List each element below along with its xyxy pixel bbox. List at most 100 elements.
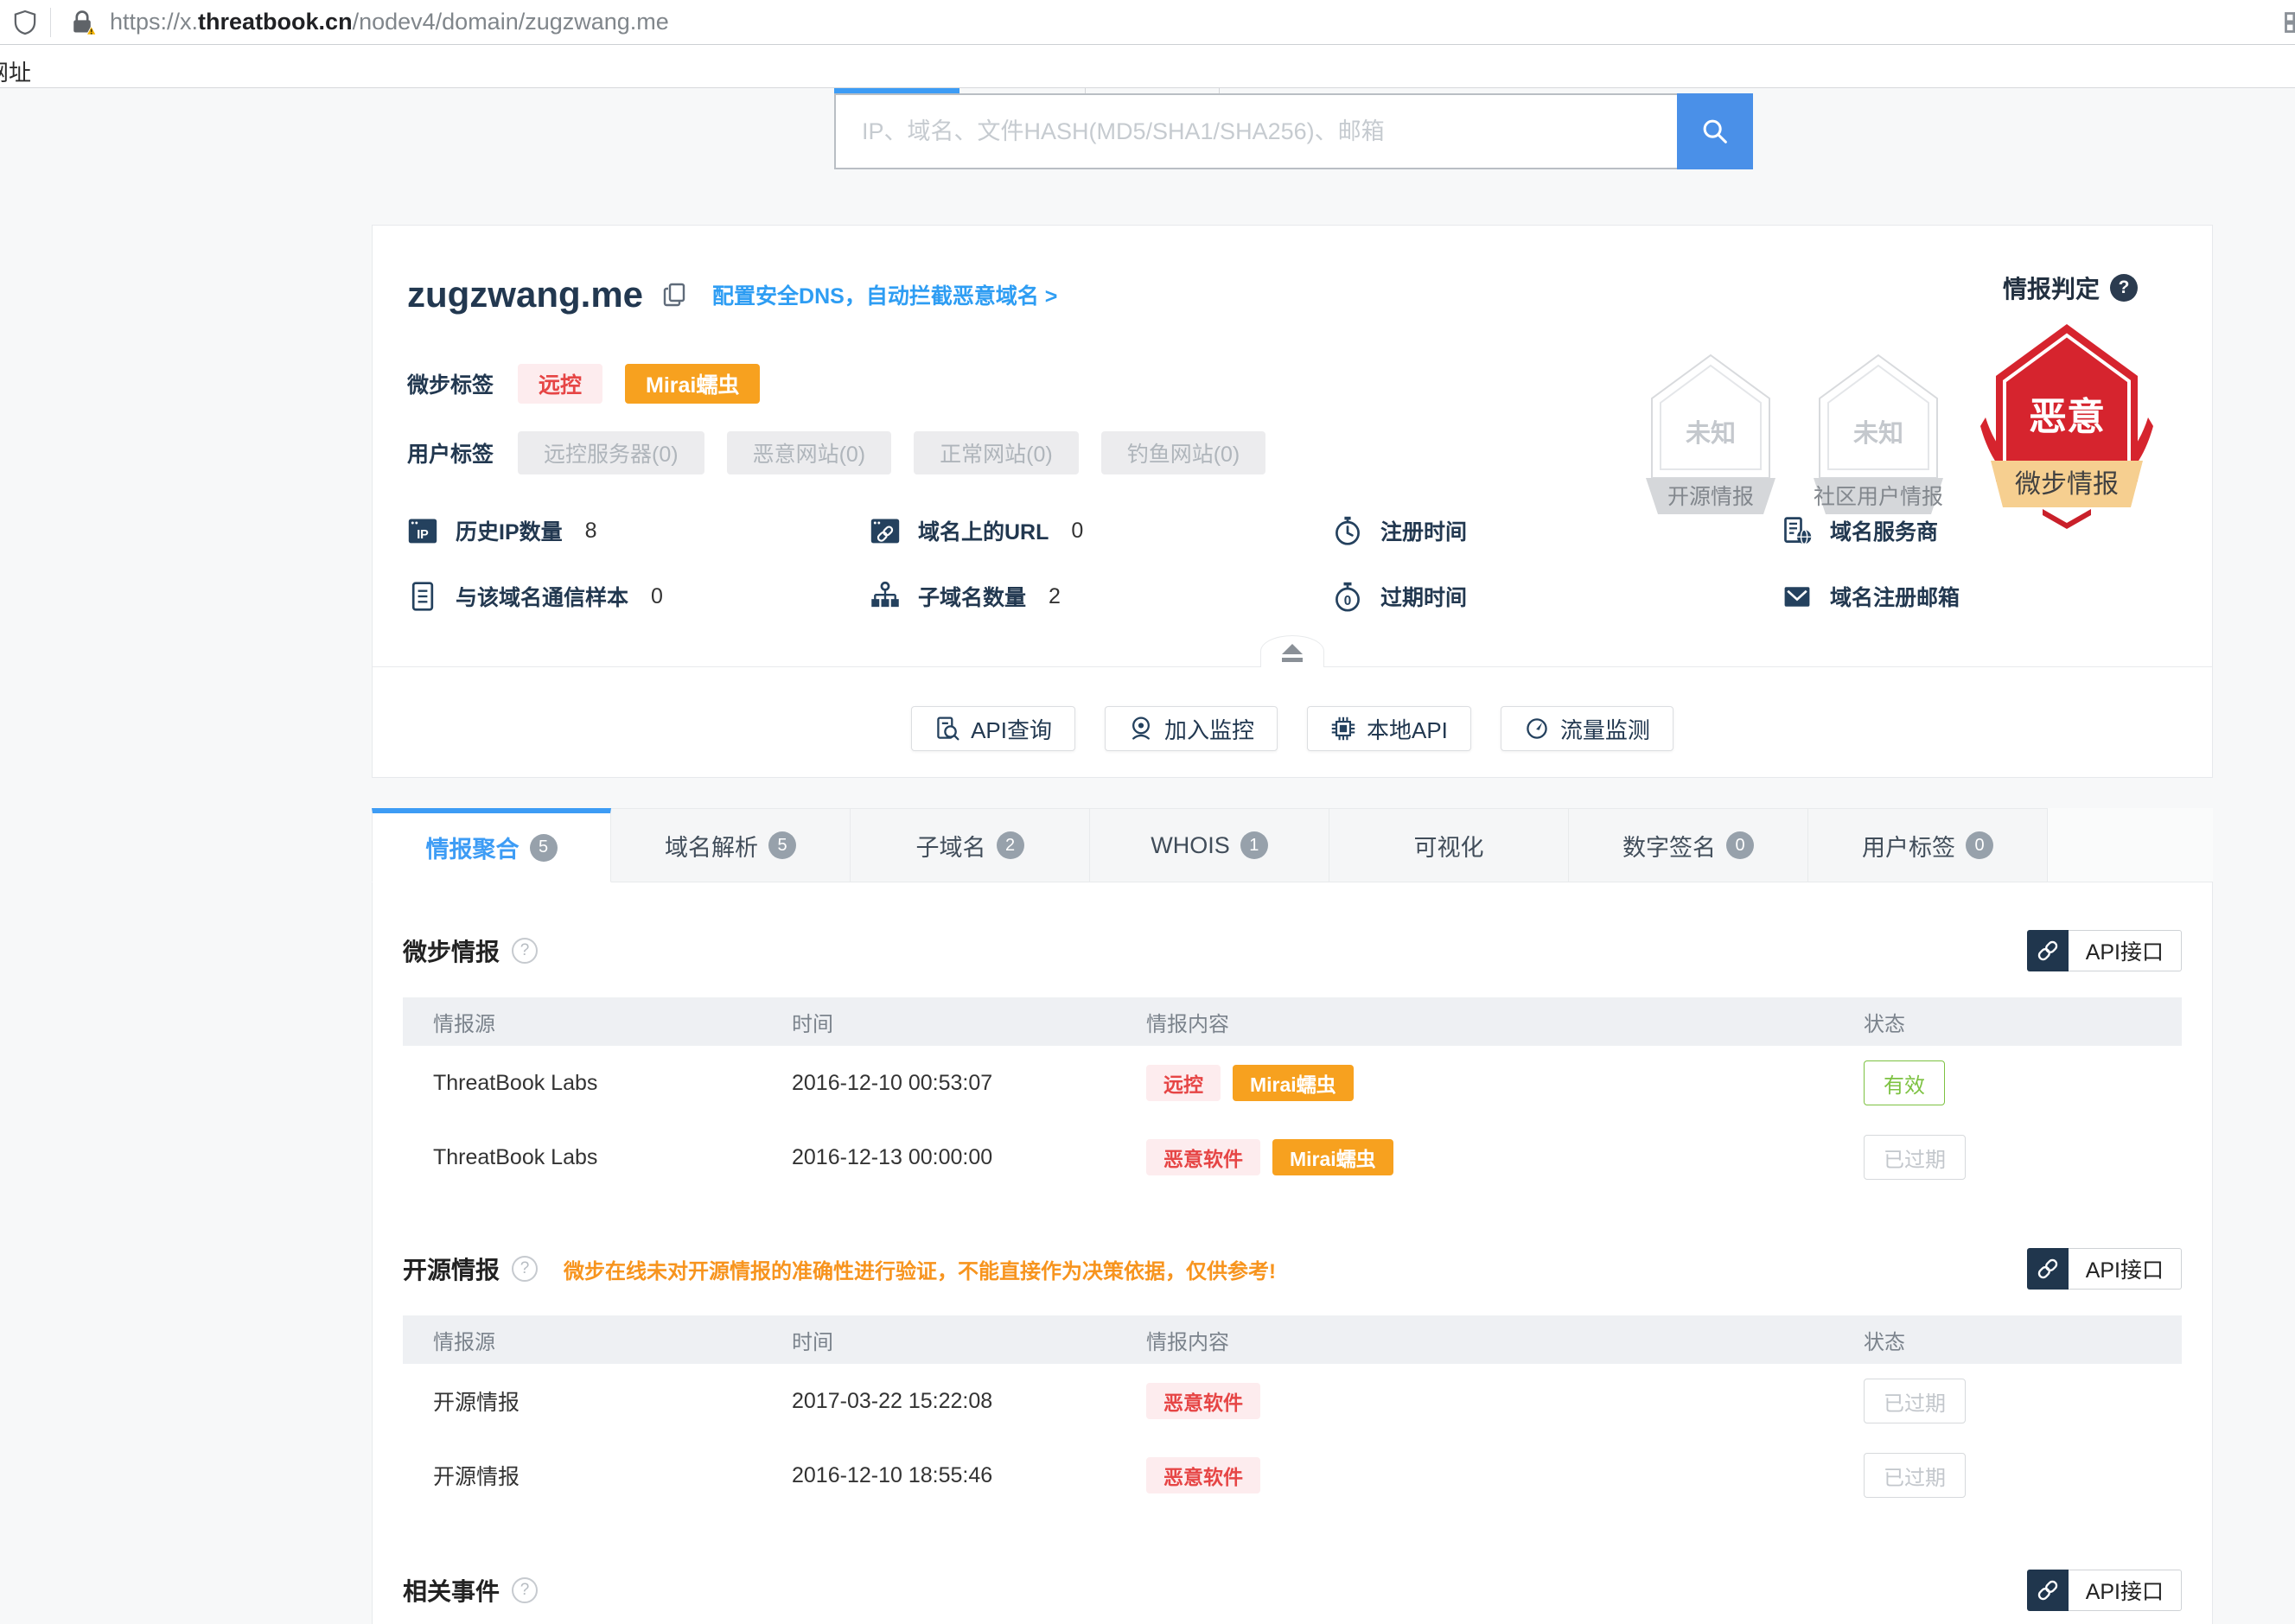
stat-item: 域名注册邮箱 bbox=[1782, 576, 1982, 616]
stat-value: 8 bbox=[585, 519, 597, 544]
extension-icon[interactable] bbox=[2283, 10, 2295, 39]
action-button[interactable]: 流量监测 bbox=[1501, 706, 1673, 751]
tab-count-badge: 2 bbox=[997, 831, 1024, 859]
tracking-protection-shield-icon[interactable] bbox=[0, 10, 50, 35]
help-icon[interactable]: ? bbox=[2110, 274, 2138, 302]
intel-tags: 恶意软件 bbox=[1146, 1383, 1864, 1419]
column-header: 时间 bbox=[792, 1325, 1146, 1355]
intel-source: 开源情报 bbox=[433, 1460, 792, 1491]
dns-config-link[interactable]: 配置安全DNS，自动拦截恶意域名 > bbox=[712, 279, 1057, 310]
section-title: 相关事件 bbox=[403, 1573, 500, 1608]
intel-tag: 远控 bbox=[1146, 1065, 1221, 1101]
stat-label: 历史IP数量 bbox=[456, 515, 563, 546]
intel-tag: Mirai蠕虫 bbox=[1233, 1065, 1354, 1101]
url-window-icon bbox=[870, 515, 902, 546]
stat-label: 过期时间 bbox=[1380, 581, 1467, 612]
tab-label: 数字签名 bbox=[1622, 829, 1716, 863]
browser-address-bar[interactable]: https://x.threatbook.cn/nodev4/domain/zu… bbox=[0, 0, 2295, 45]
url-field[interactable]: https://x.threatbook.cn/nodev4/domain/zu… bbox=[51, 9, 669, 36]
stat-item: 与该域名通信样本0 bbox=[407, 576, 870, 616]
tab-子域名[interactable]: 子域名 2 bbox=[851, 808, 1090, 882]
section-header: 开源情报 ? 微步在线未对开源情报的准确性进行验证，不能直接作为决策依据，仅供参… bbox=[403, 1245, 2182, 1293]
tab-域名解析[interactable]: 域名解析5 bbox=[611, 808, 851, 882]
column-header: 情报内容 bbox=[1146, 1325, 1864, 1355]
user-tag-button[interactable]: 正常网站(0) bbox=[914, 431, 1079, 474]
intel-time: 2016-12-13 00:00:00 bbox=[792, 1145, 1146, 1170]
intel-source: 开源情报 bbox=[433, 1385, 792, 1417]
stat-label: 域名上的URL bbox=[918, 515, 1049, 546]
page-top-strip: 网址 bbox=[0, 46, 2295, 88]
verdict-badge-社区用户情报: 未知 社区用户情报 bbox=[1813, 348, 1944, 524]
action-button[interactable]: API查询 bbox=[911, 706, 1075, 751]
threat-tag: 远控 bbox=[518, 364, 602, 404]
table-header: 情报源时间情报内容状态 bbox=[403, 997, 2182, 1046]
copy-icon[interactable] bbox=[662, 282, 688, 308]
api-button-label: API接口 bbox=[2069, 930, 2182, 971]
collapse-button[interactable] bbox=[1260, 635, 1324, 667]
action-button[interactable]: 本地API bbox=[1307, 706, 1471, 751]
threat-tag: Mirai蠕虫 bbox=[625, 364, 760, 404]
user-tag-button[interactable]: 恶意网站(0) bbox=[727, 431, 892, 474]
api-button[interactable]: API接口 bbox=[2027, 930, 2182, 971]
intel-tag: 恶意软件 bbox=[1146, 1139, 1260, 1175]
search-icon bbox=[1699, 115, 1731, 148]
user-tags-row: 用户标签 远控服务器(0) 恶意网站(0) 正常网站(0) 钓鱼网站(0) bbox=[407, 431, 1265, 474]
intel-time: 2016-12-10 00:53:07 bbox=[792, 1071, 1146, 1096]
user-tag-button[interactable]: 钓鱼网站(0) bbox=[1101, 431, 1266, 474]
tab-label: 子域名 bbox=[916, 829, 986, 863]
intel-tag: 恶意软件 bbox=[1146, 1457, 1260, 1493]
tab-WHOIS[interactable]: WHOIS1 bbox=[1090, 808, 1329, 882]
stat-label: 域名注册邮箱 bbox=[1830, 581, 1960, 612]
tab-可视化[interactable]: 可视化 bbox=[1329, 808, 1569, 882]
column-header: 情报源 bbox=[433, 1007, 792, 1037]
tab-label: 域名解析 bbox=[665, 829, 758, 863]
tab-label: 情报聚合 bbox=[426, 831, 520, 864]
help-icon[interactable]: ? bbox=[512, 938, 538, 964]
column-header: 情报源 bbox=[433, 1325, 792, 1355]
table-row: 开源情报2016-12-10 18:55:46恶意软件 已过期 bbox=[403, 1438, 2182, 1513]
intel-source: ThreatBook Labs bbox=[433, 1071, 792, 1096]
page-background: zugzwang.me 配置安全DNS，自动拦截恶意域名 > 微步标签 远控Mi… bbox=[0, 88, 2295, 1624]
section-header: 相关事件 ? API接口 bbox=[403, 1566, 2182, 1614]
table-row: 开源情报2017-03-22 15:22:08恶意软件已过期 bbox=[403, 1364, 2182, 1438]
threatbook-tags-row: 微步标签 远控Mirai蠕虫 bbox=[407, 364, 760, 404]
tab-count-badge: 5 bbox=[530, 834, 558, 862]
section-open-source-intel: 开源情报 ? 微步在线未对开源情报的准确性进行验证，不能直接作为决策依据，仅供参… bbox=[403, 1245, 2182, 1513]
action-button[interactable]: 加入监控 bbox=[1105, 706, 1278, 751]
open-source-intel-table: 情报源时间情报内容状态开源情报2017-03-22 15:22:08恶意软件已过… bbox=[403, 1315, 2182, 1513]
link-icon bbox=[2027, 1248, 2069, 1290]
tab-用户标签[interactable]: 用户标签0 bbox=[1808, 808, 2048, 882]
search-button[interactable] bbox=[1677, 93, 1753, 169]
action-label: 流量监测 bbox=[1560, 713, 1650, 745]
intel-time: 2016-12-10 18:55:46 bbox=[792, 1463, 1146, 1488]
search-input[interactable] bbox=[834, 93, 1677, 169]
intel-content-card: 微步情报 ? API接口 情报源时间情报内容状态ThreatBook Labs2… bbox=[372, 882, 2213, 1624]
tab-数字签名[interactable]: 数字签名0 bbox=[1569, 808, 1808, 882]
intel-tags: 远控 Mirai蠕虫 bbox=[1146, 1065, 1864, 1101]
tab-count-badge: 0 bbox=[1966, 831, 1993, 859]
collapse-icon bbox=[1282, 644, 1303, 654]
collapse-icon-bar bbox=[1282, 658, 1303, 662]
api-button[interactable]: API接口 bbox=[2027, 1248, 2182, 1290]
svg-text:恶意: 恶意 bbox=[2029, 396, 2105, 438]
api-query-icon bbox=[934, 716, 960, 742]
verdict-badge-threatbook: 微步情报 恶意 bbox=[1980, 321, 2153, 536]
threatbook-intel-table: 情报源时间情报内容状态ThreatBook Labs2016-12-10 00:… bbox=[403, 997, 2182, 1194]
help-icon[interactable]: ? bbox=[512, 1577, 538, 1603]
user-tag-button[interactable]: 远控服务器(0) bbox=[518, 431, 704, 474]
table-row: ThreatBook Labs2016-12-10 00:53:07远控 Mira… bbox=[403, 1046, 2182, 1120]
stat-value: 2 bbox=[1049, 584, 1061, 609]
verdict-badge-开源情报: 未知 开源情报 bbox=[1645, 348, 1776, 524]
title-row: zugzwang.me 配置安全DNS，自动拦截恶意域名 > bbox=[407, 274, 1057, 315]
svg-text:未知: 未知 bbox=[1686, 418, 1736, 448]
tab-情报聚合[interactable]: 情报聚合 5 bbox=[372, 808, 611, 882]
intel-tag: 恶意软件 bbox=[1146, 1383, 1260, 1419]
intel-tag: Mirai蠕虫 bbox=[1272, 1139, 1393, 1175]
api-button[interactable]: API接口 bbox=[2027, 1570, 2182, 1611]
accuracy-warning: 微步在线未对开源情报的准确性进行验证，不能直接作为决策依据，仅供参考! bbox=[564, 1254, 1276, 1284]
status-badge: 已过期 bbox=[1864, 1453, 1966, 1498]
column-header: 时间 bbox=[792, 1007, 1146, 1037]
help-icon[interactable]: ? bbox=[512, 1256, 538, 1282]
user-tags-label: 用户标签 bbox=[407, 437, 494, 468]
url-text: https://x.threatbook.cn/nodev4/domain/zu… bbox=[110, 9, 669, 35]
